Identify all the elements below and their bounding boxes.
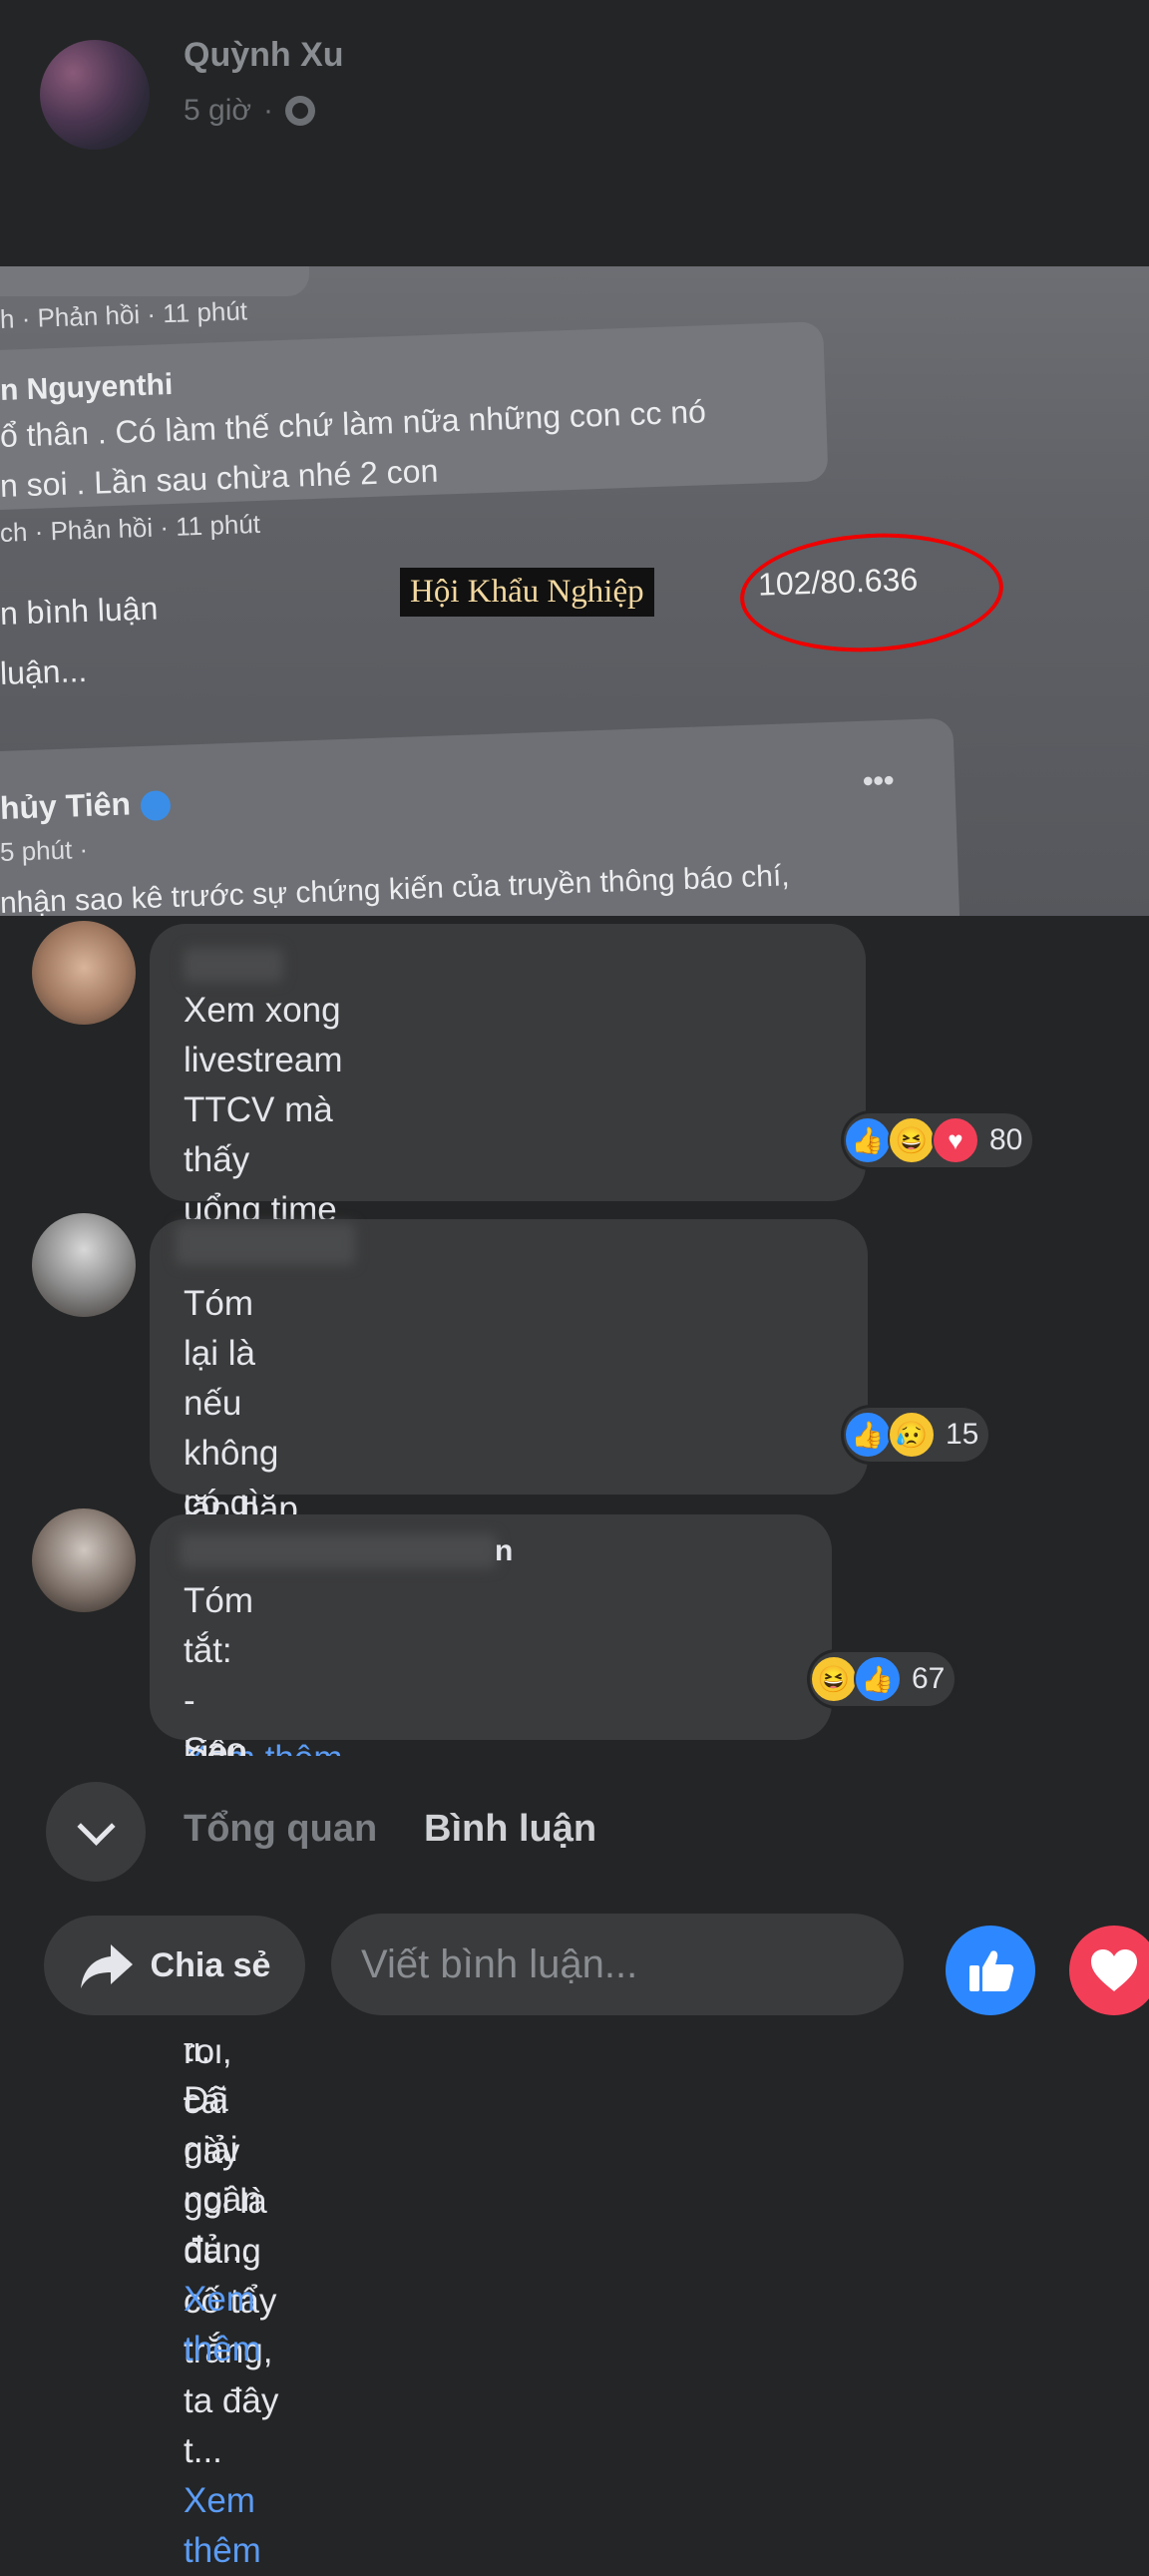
photo-text: luận... [0, 651, 88, 691]
commenter-name-blurred[interactable] [180, 1534, 497, 1568]
photo-text: n Nguyenthi [0, 367, 174, 407]
see-more-link[interactable]: Xem thêm [184, 2280, 261, 2368]
like-reaction-icon: 👍 [844, 1116, 892, 1164]
thumbs-up-icon [969, 1950, 1014, 1991]
post-header: Quỳnh Xu 5 giờ · [0, 0, 1149, 266]
author-avatar[interactable] [40, 40, 150, 150]
chevron-down-icon [76, 1807, 116, 1846]
commenter-name-blurred[interactable] [176, 1223, 355, 1265]
more-icon: ••• [862, 763, 896, 798]
share-label: Chia sẻ [150, 1945, 271, 1984]
haha-reaction-icon: 😆 [810, 1655, 858, 1703]
commenter-avatar[interactable] [32, 1508, 136, 1612]
tab-comments[interactable]: Bình luận [424, 1808, 596, 1851]
photo-bubble [0, 266, 309, 296]
comment-input[interactable] [331, 1914, 904, 2015]
commenter-name-suffix[interactable]: n [495, 1534, 513, 1568]
like-reaction-icon: 👍 [844, 1411, 892, 1459]
love-button[interactable] [1069, 1926, 1149, 2015]
reaction-summary[interactable]: 😆 👍 67 [810, 1652, 956, 1706]
commenter-avatar[interactable] [32, 1213, 136, 1317]
commenter-avatar[interactable] [32, 921, 136, 1025]
photo-page-name: hủy Tiên [0, 785, 132, 826]
verified-icon [140, 789, 172, 821]
collapse-button[interactable] [46, 1782, 146, 1882]
photo-text: ch · Phản hồi · 11 phút [0, 508, 261, 548]
photo-text: h · Phản hồi · 11 phút [0, 295, 248, 334]
reaction-count: 15 [946, 1418, 979, 1451]
post-photo[interactable]: h · Phản hồi · 11 phút n Nguyenthi ổ thâ… [0, 266, 1149, 916]
globe-icon[interactable] [285, 96, 316, 126]
post-time[interactable]: 5 giờ [184, 94, 251, 128]
sad-reaction-icon: 😥 [888, 1411, 936, 1459]
reaction-summary[interactable]: 👍 😥 15 [844, 1408, 989, 1462]
photo-text: hủy Tiên [0, 784, 172, 827]
like-reaction-icon: 👍 [854, 1655, 902, 1703]
share-button[interactable]: Chia sẻ [44, 1916, 305, 2015]
reaction-count: 67 [912, 1662, 946, 1695]
love-reaction-icon: ♥ [932, 1116, 979, 1164]
reaction-summary[interactable]: 👍 😆 ♥ 80 [844, 1113, 1033, 1167]
commenter-name-blurred[interactable] [184, 948, 283, 982]
heart-icon [1091, 1949, 1137, 1991]
haha-reaction-icon: 😆 [888, 1116, 936, 1164]
photo-text: n bình luận [0, 590, 159, 632]
meta-separator: · [263, 94, 274, 127]
photo-text: 5 phút · [0, 833, 89, 867]
watermark-label: Hội Khẩu Nghiệp [400, 568, 654, 617]
post-meta: 5 giờ · [184, 94, 316, 128]
share-arrow-icon [80, 1944, 133, 1988]
reaction-count: 80 [989, 1123, 1023, 1156]
author-name[interactable]: Quỳnh Xu [184, 36, 344, 75]
see-more-link[interactable]: Xem thêm [184, 2481, 261, 2570]
annotation-circle [737, 527, 1006, 658]
like-button[interactable] [946, 1926, 1035, 2015]
tab-overview[interactable]: Tổng quan [184, 1808, 377, 1851]
